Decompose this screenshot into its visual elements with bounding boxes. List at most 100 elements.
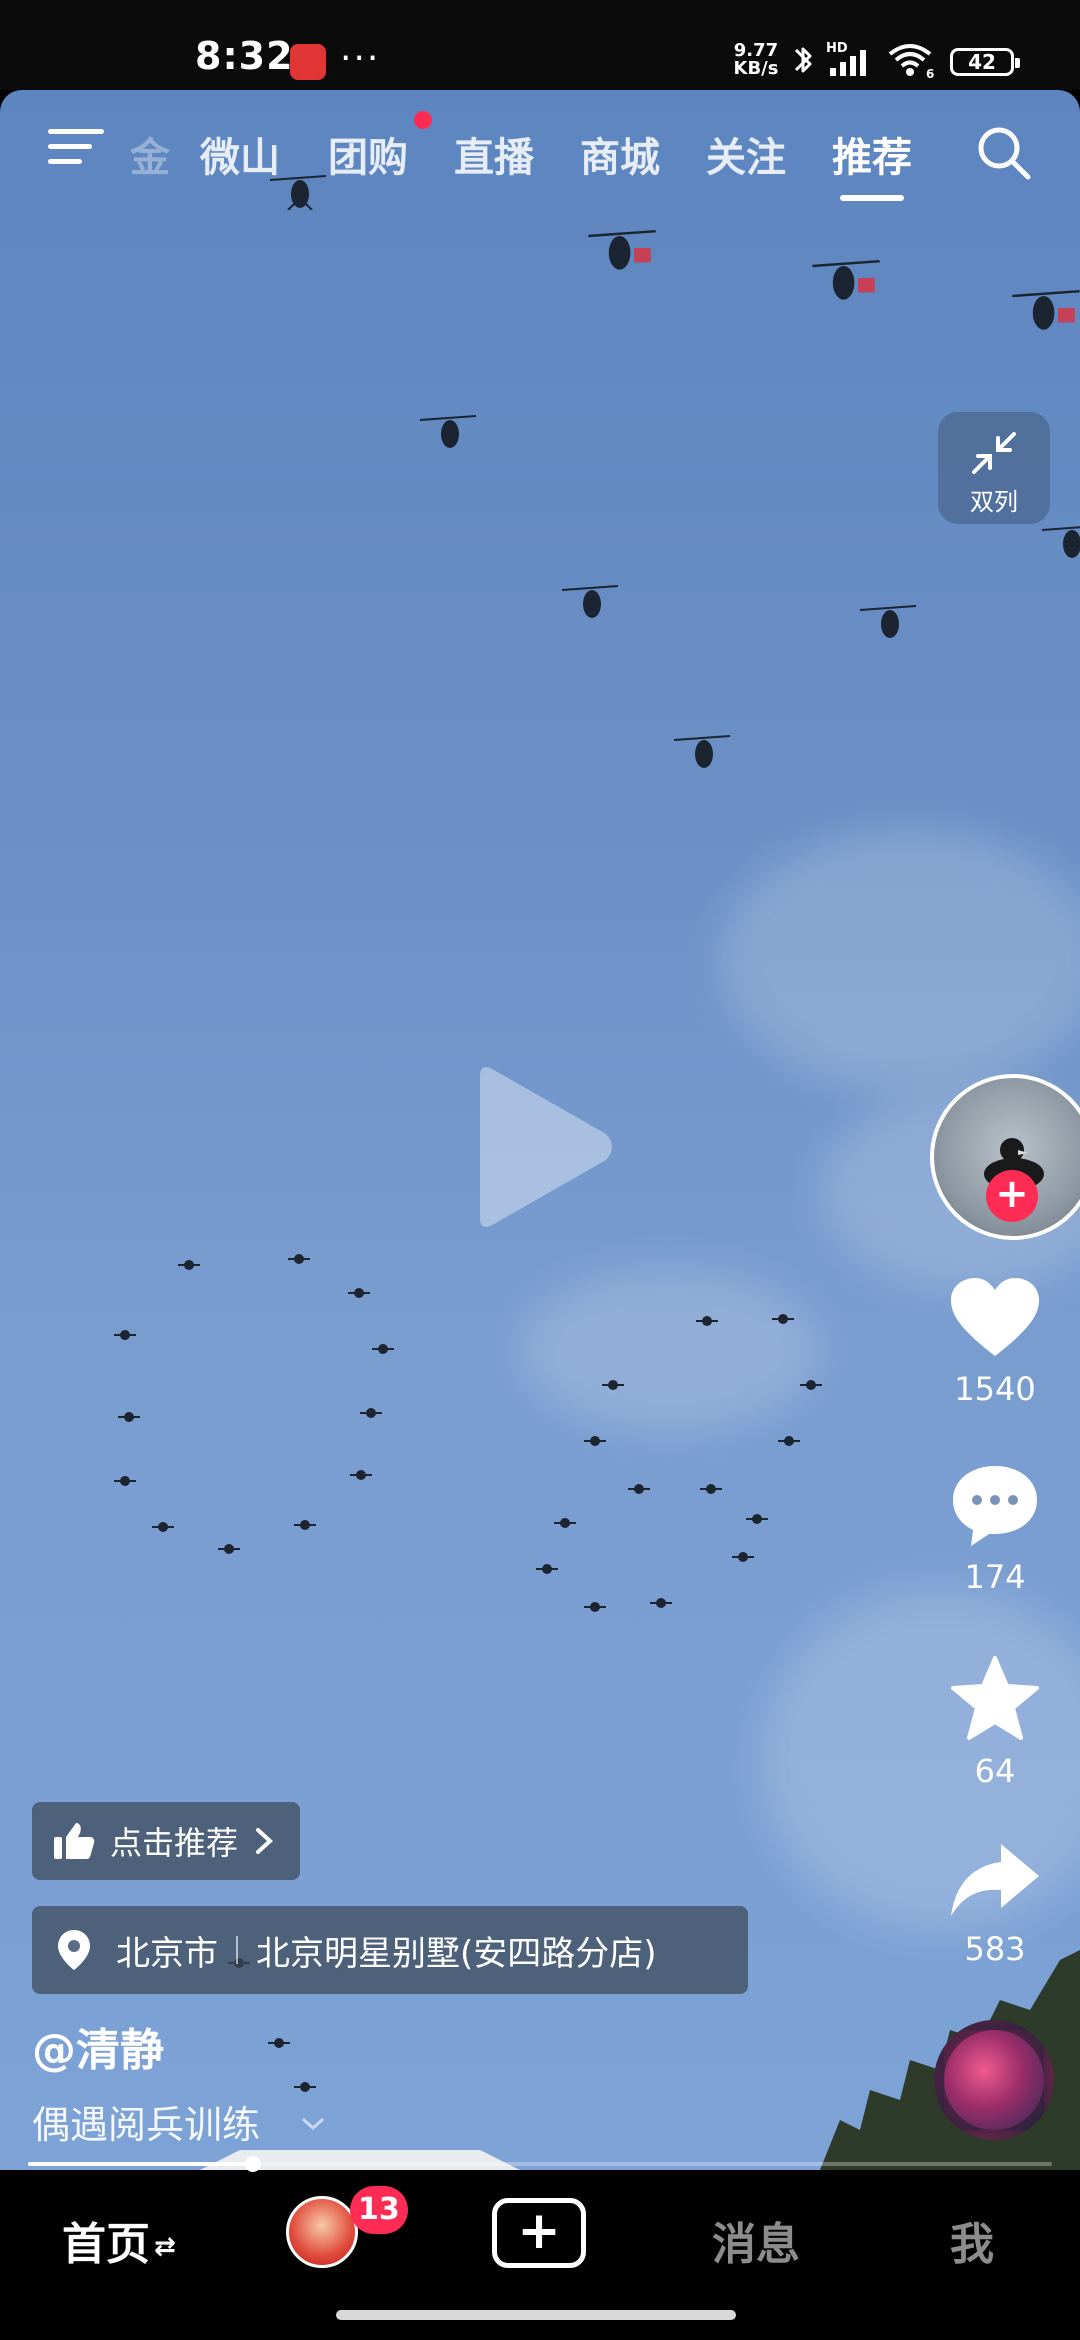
aircraft	[218, 1544, 240, 1554]
notification-dot	[414, 111, 432, 129]
follow-button[interactable]: +	[986, 1170, 1038, 1222]
author-name[interactable]: @清静	[32, 2014, 164, 2078]
like-button[interactable]: 1540	[940, 1276, 1050, 1408]
switch-arrows-icon: ⇄	[154, 2232, 176, 2262]
aircraft	[114, 1476, 136, 1486]
aircraft	[628, 1484, 650, 1494]
aircraft	[602, 1380, 624, 1390]
aircraft	[696, 1316, 718, 1326]
collapse-arrows-icon	[972, 432, 1016, 474]
friends-badge: 13	[350, 2186, 408, 2234]
helicopter-with-flag	[588, 230, 656, 270]
aircraft	[118, 1412, 140, 1422]
tab-mall[interactable]: 商城	[580, 125, 660, 183]
music-disc[interactable]	[934, 2020, 1054, 2140]
location-place: 北京明星别墅(安四路分店)	[256, 1933, 657, 1974]
aircraft	[584, 1602, 606, 1612]
recommend-chip[interactable]: 点击推荐	[32, 1802, 301, 1880]
aircraft	[178, 1260, 200, 1270]
status-bar: 8:32 ··· 9.77 KB/s HD 6 42	[0, 0, 1080, 90]
nav-messages[interactable]: 消息	[712, 2208, 800, 2272]
cellular-signal-icon: HD	[826, 40, 878, 80]
helicopter	[561, 585, 619, 618]
aircraft	[700, 1484, 722, 1494]
aircraft	[746, 1514, 768, 1524]
helicopter	[419, 415, 477, 448]
aircraft	[650, 1598, 672, 1608]
aircraft	[114, 1330, 136, 1340]
dual-column-button[interactable]: 双列	[938, 412, 1050, 524]
aircraft	[800, 1380, 822, 1390]
aircraft	[350, 1470, 372, 1480]
aircraft	[372, 1344, 394, 1354]
wifi-icon: 6	[886, 40, 936, 81]
share-count: 583	[964, 1930, 1026, 1968]
aircraft	[268, 2038, 290, 2048]
wifi-6-label: 6	[926, 67, 934, 80]
more-notifications-icon: ···	[340, 38, 381, 79]
expand-chevron-icon[interactable]	[300, 2114, 326, 2134]
location-pin-icon	[58, 1930, 90, 1970]
comment-button[interactable]: 174	[940, 1462, 1050, 1596]
heart-icon	[951, 1278, 1039, 1356]
helicopter-with-flag	[812, 260, 880, 300]
status-time: 8:32	[195, 34, 294, 78]
progress-fill	[28, 2162, 254, 2166]
signal-hd-label: HD	[826, 41, 848, 56]
menu-icon[interactable]	[48, 125, 104, 169]
aircraft	[294, 1520, 316, 1530]
tab-tuangou[interactable]: 团购	[328, 125, 408, 183]
tab-recommend[interactable]: 推荐	[832, 125, 912, 183]
comment-icon	[953, 1466, 1037, 1546]
aircraft	[732, 1552, 754, 1562]
create-button[interactable]: +	[492, 2198, 586, 2268]
comment-count: 174	[964, 1558, 1026, 1596]
nav-home[interactable]: 首页 ⇄	[62, 2208, 176, 2272]
location-city: 北京市	[116, 1933, 218, 1974]
author-avatar[interactable]: +	[930, 1074, 1080, 1246]
cloud	[720, 830, 1080, 1090]
thumbs-up-icon	[54, 1823, 95, 1859]
star-icon	[951, 1656, 1039, 1740]
favorite-button[interactable]: 64	[940, 1654, 1050, 1790]
location-separator	[236, 1936, 238, 1964]
home-indicator	[336, 2310, 736, 2320]
helicopter	[1041, 526, 1080, 558]
aircraft	[536, 1564, 558, 1574]
helicopter-with-flag	[1012, 290, 1080, 330]
aircraft	[554, 1518, 576, 1528]
network-speed: 9.77 KB/s	[728, 42, 784, 78]
aircraft	[348, 1288, 370, 1298]
aircraft	[778, 1436, 800, 1446]
network-speed-unit: KB/s	[733, 58, 779, 79]
like-count: 1540	[954, 1370, 1036, 1408]
cloud	[520, 1270, 820, 1430]
chevron-right-icon	[256, 1828, 273, 1854]
top-navigation: 金 微山 团购 直播 商城 关注 推荐	[0, 95, 1080, 205]
aircraft	[288, 1254, 310, 1264]
aircraft	[360, 1408, 382, 1418]
active-tab-indicator	[840, 195, 904, 201]
tab-partial[interactable]: 金	[130, 125, 170, 183]
nav-home-label: 首页	[62, 2219, 150, 2270]
nav-friends-avatar[interactable]	[286, 2196, 358, 2268]
helicopter	[859, 605, 917, 638]
tab-following[interactable]: 关注	[706, 125, 786, 183]
dual-column-label: 双列	[970, 488, 1018, 516]
battery-icon: 42	[950, 48, 1020, 76]
search-icon[interactable]	[974, 123, 1034, 183]
tab-live[interactable]: 直播	[454, 125, 534, 183]
aircraft	[152, 1522, 174, 1532]
nav-me[interactable]: 我	[950, 2208, 994, 2272]
aircraft	[772, 1314, 794, 1324]
share-button[interactable]: 583	[940, 1840, 1050, 1968]
location-chip[interactable]: 北京市 北京明星别墅(安四路分店)	[32, 1906, 748, 1994]
play-icon[interactable]	[466, 1062, 616, 1232]
video-progress-bar[interactable]	[28, 2156, 1052, 2172]
post-description[interactable]: 偶遇阅兵训练	[32, 2094, 260, 2149]
tab-weishan[interactable]: 微山	[200, 125, 280, 183]
aircraft	[584, 1436, 606, 1446]
app-notification-icon	[290, 44, 326, 80]
helicopter	[673, 735, 731, 768]
favorite-count: 64	[974, 1752, 1016, 1790]
